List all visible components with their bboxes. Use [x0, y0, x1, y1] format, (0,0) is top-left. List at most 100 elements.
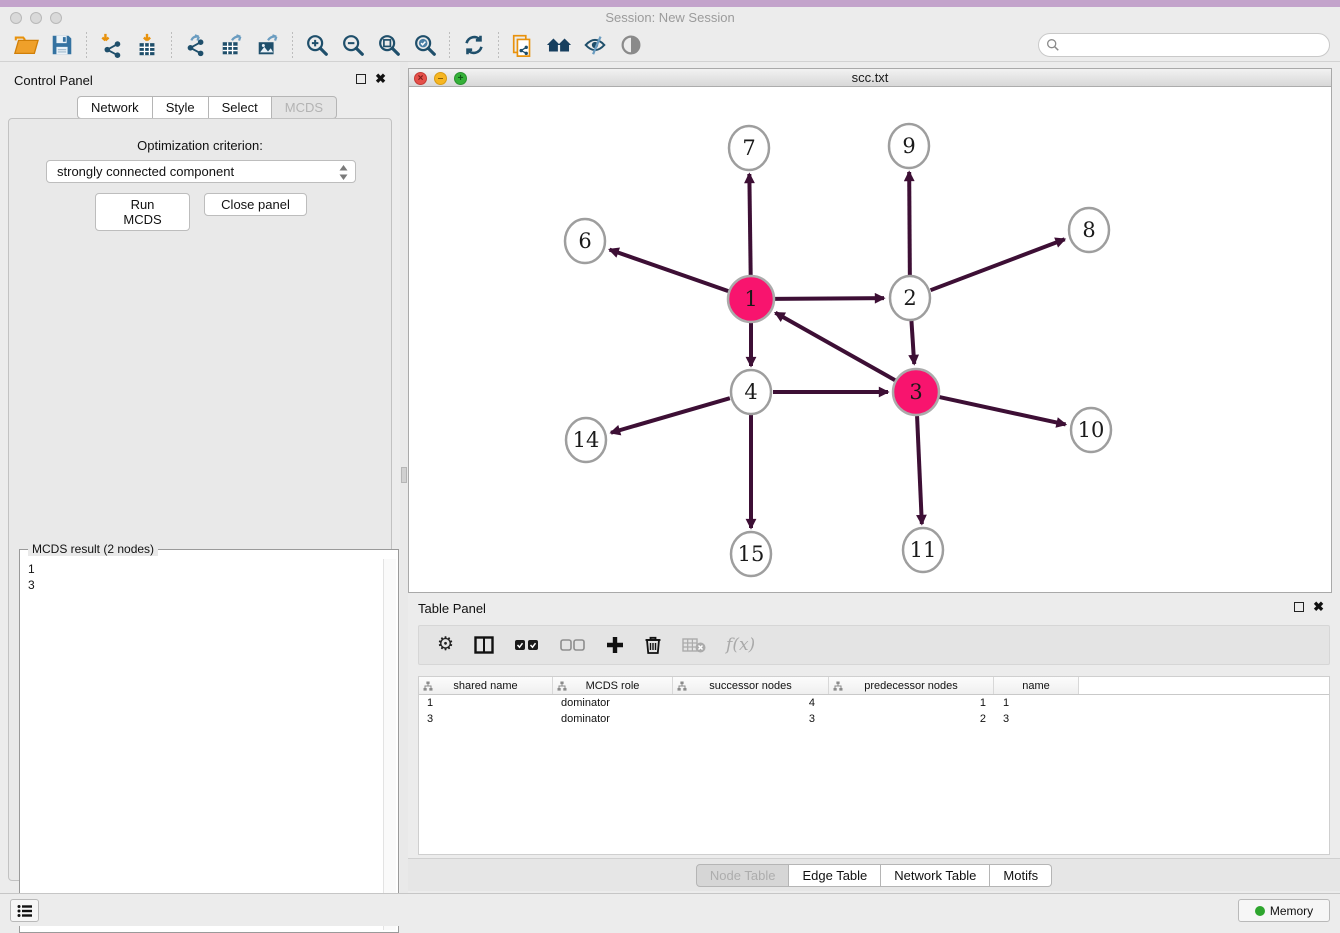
zoom-fit-icon — [376, 32, 402, 58]
import-network-icon — [98, 32, 124, 58]
column-type-icon — [557, 681, 567, 691]
graph-edge-1-6[interactable] — [610, 250, 729, 292]
tab-network-table[interactable]: Network Table — [881, 864, 990, 887]
zoom-selected-icon — [412, 32, 438, 58]
hide-panel-button[interactable] — [577, 30, 613, 60]
close-panel-icon[interactable]: ✖ — [1313, 602, 1324, 612]
result-item: 3 — [28, 577, 377, 593]
run-mcds-button[interactable]: Run MCDS — [95, 193, 190, 231]
status-bar: Memory — [0, 893, 1340, 926]
network-minimize-icon[interactable]: – — [434, 72, 447, 85]
table-row[interactable]: 3dominator323 — [419, 711, 1329, 727]
float-panel-icon[interactable] — [356, 74, 366, 84]
graph-edge-2-8[interactable] — [931, 239, 1065, 290]
network-window-titlebar[interactable]: × – + scc.txt — [409, 69, 1331, 87]
panel-divider[interactable] — [400, 62, 408, 893]
mcds-result-list[interactable]: 13 — [22, 559, 383, 930]
graph-edge-1-7[interactable] — [749, 174, 750, 275]
select-all-icon[interactable] — [514, 639, 540, 651]
graph-edge-2-3[interactable] — [911, 320, 914, 364]
column-header-shared-name[interactable]: shared name — [419, 677, 553, 694]
zoom-in-button[interactable] — [299, 30, 335, 60]
column-type-icon — [423, 681, 433, 691]
deselect-all-icon[interactable] — [560, 639, 586, 651]
graph-node-label: 15 — [738, 542, 765, 566]
network-graph: 7968124314101511 — [409, 88, 1331, 592]
export-network-button[interactable] — [178, 30, 214, 60]
function-builder-icon[interactable]: f(x) — [726, 635, 755, 655]
node-table: shared nameMCDS rolesuccessor nodesprede… — [418, 676, 1330, 855]
tab-motifs[interactable]: Motifs — [990, 864, 1052, 887]
mcds-panel: Optimization criterion: strongly connect… — [8, 118, 392, 881]
window-controls[interactable] — [10, 12, 62, 24]
import-table-button[interactable] — [129, 30, 165, 60]
window-title: Session: New Session — [0, 7, 1340, 29]
graph-edge-1-2[interactable] — [775, 298, 884, 299]
graph-node-label: 11 — [910, 538, 937, 562]
show-panel-button[interactable] — [613, 30, 649, 60]
table-row[interactable]: 1dominator411 — [419, 695, 1329, 711]
column-header-name[interactable]: name — [994, 677, 1079, 694]
zoom-fit-button[interactable] — [371, 30, 407, 60]
gear-icon[interactable]: ⚙ — [437, 635, 454, 655]
delete-icon[interactable] — [644, 635, 662, 655]
export-image-button[interactable] — [250, 30, 286, 60]
export-table-button[interactable] — [214, 30, 250, 60]
network-canvas[interactable]: 7968124314101511 — [409, 88, 1331, 592]
memory-button[interactable]: Memory — [1238, 899, 1330, 922]
result-item: 1 — [28, 561, 377, 577]
search-input[interactable] — [1060, 36, 1329, 54]
graph-edge-3-1[interactable] — [775, 313, 895, 380]
control-panel-window-buttons: ✖ — [356, 74, 386, 84]
open-session-button[interactable] — [8, 30, 44, 60]
mcds-result-group: MCDS result (2 nodes) 13 — [19, 549, 399, 933]
graph-node-label: 9 — [902, 134, 915, 158]
close-window-button[interactable] — [10, 12, 22, 24]
import-network-button[interactable] — [93, 30, 129, 60]
network-close-icon[interactable]: × — [414, 72, 427, 85]
import-table-icon — [134, 32, 160, 58]
search-box[interactable] — [1038, 33, 1330, 57]
float-panel-icon[interactable] — [1294, 602, 1304, 612]
zoom-out-button[interactable] — [335, 30, 371, 60]
export-table-icon — [219, 32, 245, 58]
delete-table-icon[interactable] — [682, 637, 706, 653]
export-network-icon — [183, 32, 209, 58]
save-session-button[interactable] — [44, 30, 80, 60]
minimize-window-button[interactable] — [30, 12, 42, 24]
graph-edge-2-9[interactable] — [909, 172, 910, 276]
graph-edge-3-11[interactable] — [917, 416, 922, 524]
graph-node-label: 14 — [573, 428, 600, 452]
clone-network-button[interactable] — [505, 30, 541, 60]
tab-select[interactable]: Select — [209, 96, 272, 119]
mcds-result-title: MCDS result (2 nodes) — [28, 542, 158, 556]
toolbar-separator — [86, 32, 87, 58]
home-button[interactable] — [541, 30, 577, 60]
close-panel-button[interactable]: Close panel — [204, 193, 307, 216]
table-header-row: shared nameMCDS rolesuccessor nodesprede… — [419, 677, 1329, 695]
result-scrollbar[interactable] — [383, 559, 396, 930]
tab-edge-table[interactable]: Edge Table — [789, 864, 881, 887]
close-panel-icon[interactable]: ✖ — [375, 74, 386, 84]
apply-layout-button[interactable] — [456, 30, 492, 60]
table-cell: dominator — [553, 711, 673, 727]
column-header-predecessor-nodes[interactable]: predecessor nodes — [829, 677, 994, 694]
add-icon[interactable] — [606, 636, 624, 654]
task-history-button[interactable] — [10, 899, 39, 922]
tab-mcds[interactable]: MCDS — [272, 96, 337, 119]
divider-grip[interactable] — [401, 467, 407, 483]
maximize-window-button[interactable] — [50, 12, 62, 24]
zoom-selected-button[interactable] — [407, 30, 443, 60]
column-header-mcds-role[interactable]: MCDS role — [553, 677, 673, 694]
graph-node-label: 8 — [1082, 218, 1095, 242]
graph-edge-3-10[interactable] — [939, 397, 1065, 424]
tab-node-table[interactable]: Node Table — [696, 864, 790, 887]
network-maximize-icon[interactable]: + — [454, 72, 467, 85]
open-session-icon — [13, 32, 39, 58]
column-header-successor-nodes[interactable]: successor nodes — [673, 677, 829, 694]
tab-network[interactable]: Network — [77, 96, 153, 119]
tab-style[interactable]: Style — [153, 96, 209, 119]
optimization-criterion-dropdown[interactable]: strongly connected component — [46, 160, 356, 183]
graph-edge-4-14[interactable] — [611, 398, 730, 433]
columns-icon[interactable] — [474, 636, 494, 654]
